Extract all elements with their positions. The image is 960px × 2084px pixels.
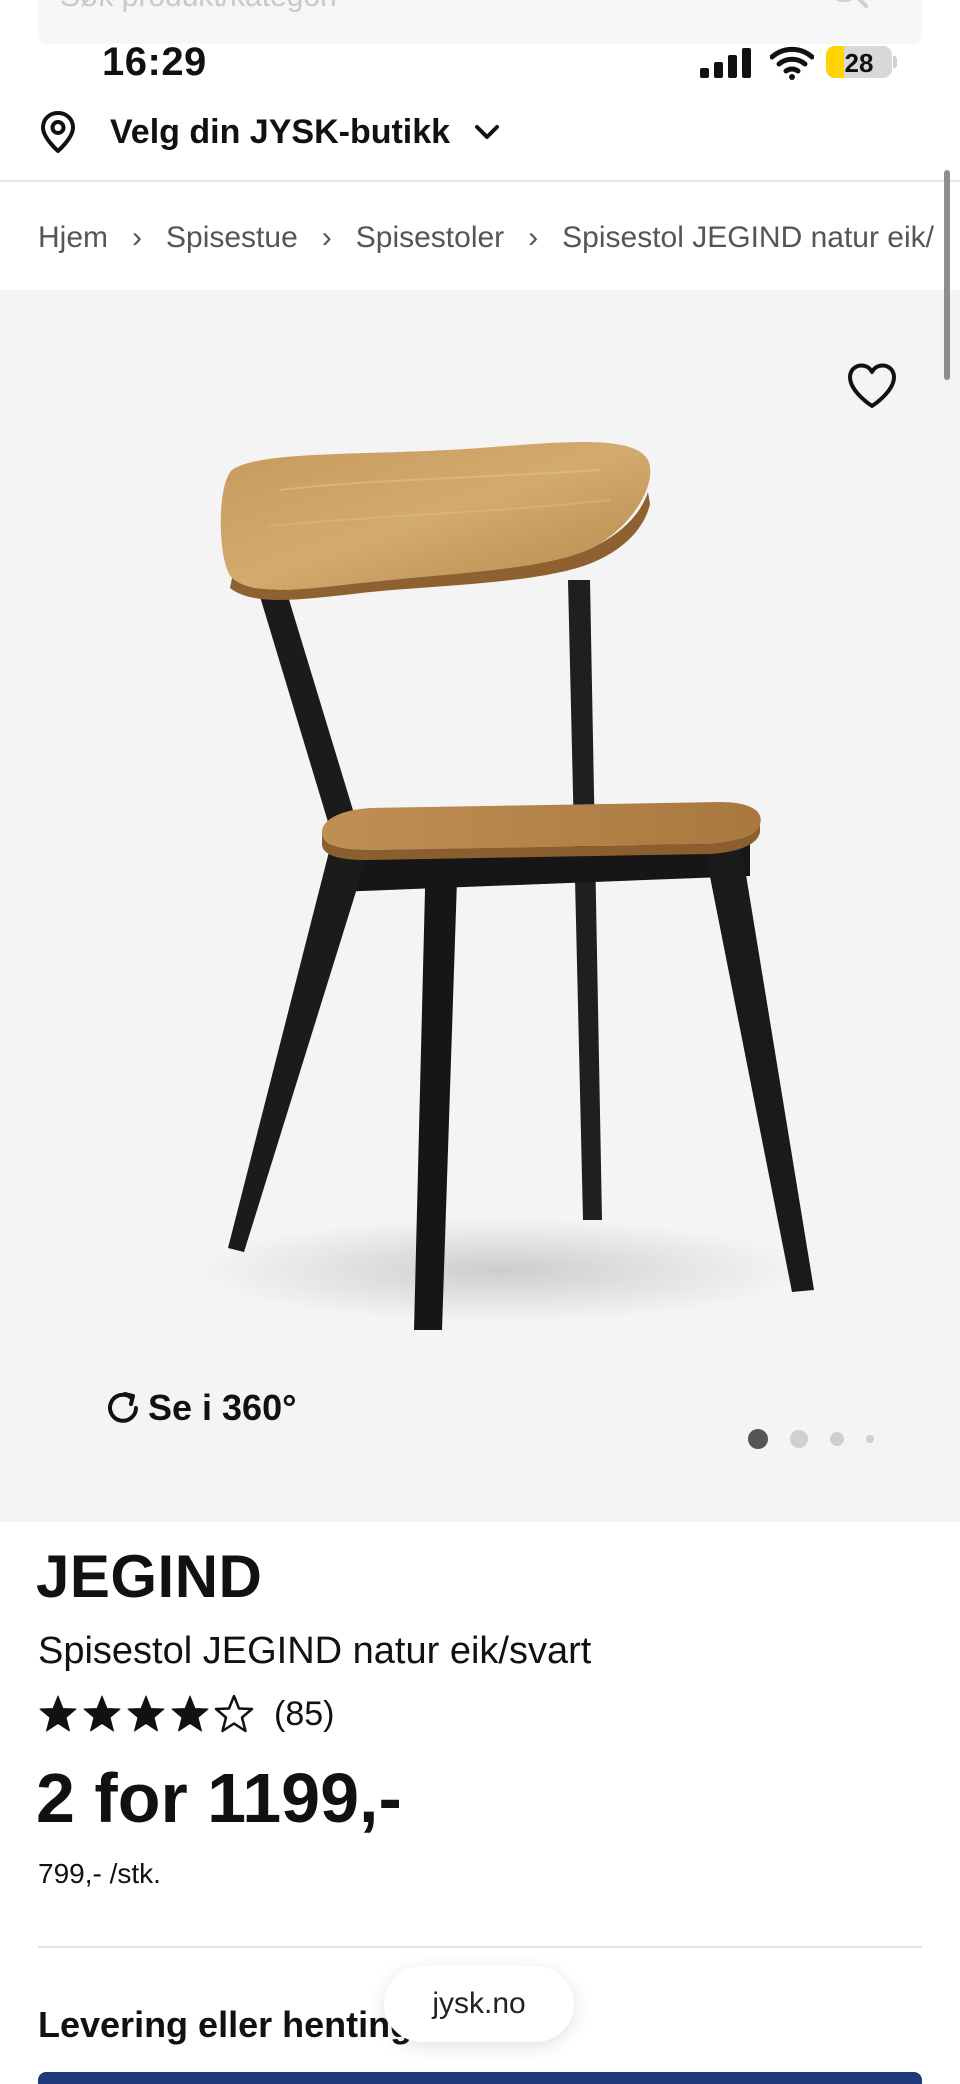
browser-url-pill[interactable]: jysk.no	[384, 1966, 574, 2042]
breadcrumb-separator-icon: ›	[321, 221, 332, 254]
gallery-pagination[interactable]	[748, 1427, 896, 1451]
location-pin-icon	[41, 111, 75, 153]
star-filled-icon	[39, 1695, 77, 1732]
browser-url: jysk.no	[432, 1987, 526, 2020]
gallery-dot[interactable]	[790, 1430, 808, 1448]
add-to-cart-button-edge[interactable]	[38, 2072, 922, 2084]
battery-nub	[893, 56, 897, 68]
battery-indicator: 28	[826, 46, 892, 78]
breadcrumb-home[interactable]: Hjem	[38, 221, 108, 255]
breadcrumb-separator-icon: ›	[528, 221, 539, 254]
store-selector[interactable]: Velg din JYSK-butikk	[38, 108, 500, 156]
star-filled-icon	[83, 1695, 121, 1732]
status-time: 16:29	[102, 40, 207, 84]
breadcrumb-separator-icon: ›	[132, 221, 143, 254]
product-rating[interactable]: (85)	[38, 1690, 334, 1738]
wifi-icon	[770, 46, 814, 80]
star-filled-icon	[171, 1695, 209, 1732]
section-divider	[38, 1946, 922, 1948]
product-brand: JEGIND	[36, 1543, 263, 1610]
store-selector-label: Velg din JYSK-butikk	[110, 112, 451, 151]
gallery-dot[interactable]	[830, 1432, 844, 1446]
gallery-dot[interactable]	[748, 1429, 768, 1449]
rating-stars	[38, 1694, 258, 1734]
unit-price: 799,- /stk.	[38, 1858, 161, 1889]
breadcrumb-spisestoler[interactable]: Spisestoler	[356, 221, 504, 255]
chevron-down-icon	[475, 125, 500, 139]
favorite-heart-icon[interactable]	[846, 362, 898, 410]
delivery-heading: Levering eller henting	[38, 2004, 413, 2045]
star-filled-icon	[127, 1695, 165, 1732]
cellular-signal-icon	[700, 48, 751, 78]
battery-percent: 28	[844, 48, 874, 78]
breadcrumb: Hjem › Spisestue › Spisestoler › Spisest…	[38, 216, 938, 260]
star-empty-icon	[214, 1694, 254, 1733]
breadcrumb-current-product[interactable]: Spisestol JEGIND natur eik/	[562, 221, 934, 255]
product-image-chair	[200, 441, 814, 1330]
product-name: Spisestol JEGIND natur eik/svart	[38, 1630, 592, 1672]
product-price: 2 for 1199,-	[36, 1759, 402, 1837]
view-360-label: Se i 360°	[148, 1387, 297, 1428]
header-divider	[0, 180, 960, 182]
view-360-button[interactable]: Se i 360°	[102, 1383, 297, 1433]
status-bar: 16:29 28	[0, 0, 960, 120]
rotate-360-icon	[108, 1392, 138, 1423]
breadcrumb-spisestue[interactable]: Spisestue	[166, 221, 298, 255]
gallery-dot[interactable]	[866, 1435, 874, 1443]
scrollbar[interactable]	[944, 170, 950, 380]
rating-count: (85)	[274, 1694, 335, 1733]
